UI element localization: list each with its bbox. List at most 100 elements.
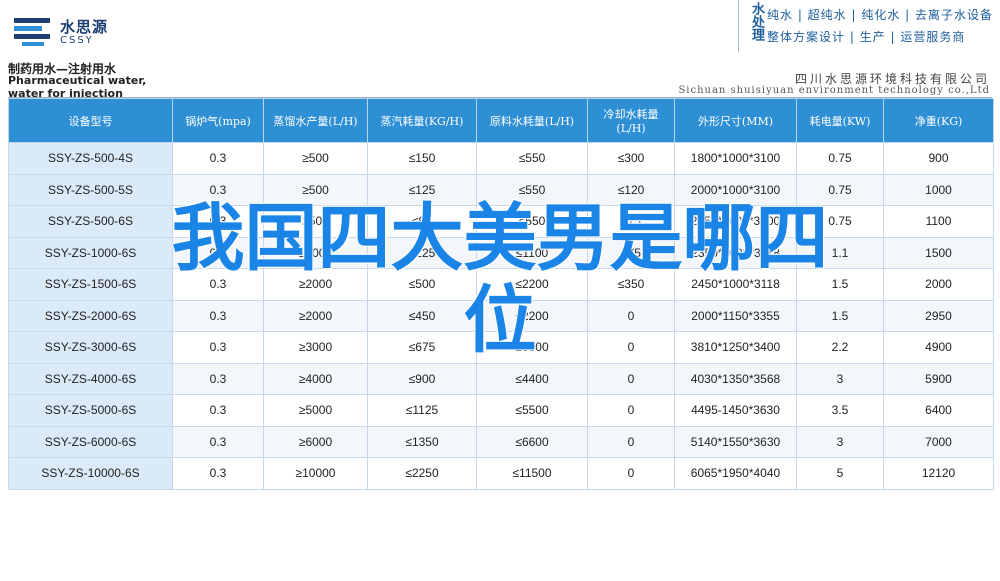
- table-cell: 0.3: [172, 425, 264, 458]
- table-cell: 0.75: [796, 205, 884, 238]
- table-cell: 7000: [883, 425, 994, 458]
- table-row: SSY-ZS-6000-6S 0.3 ≥6000 ≤1350 ≤6600 0 5140*15…: [8, 425, 994, 458]
- table-cell: 2950: [883, 299, 994, 332]
- table-cell: 6400: [883, 394, 994, 427]
- table-cell: ≤3300: [476, 331, 588, 364]
- table-cell: 0.3: [172, 457, 264, 490]
- table-cell: ≤450: [367, 299, 477, 332]
- table-cell: 1100: [883, 205, 994, 238]
- table-cell: ≤225: [367, 236, 477, 269]
- table-cell: 2350*1000*3118: [674, 236, 797, 269]
- table-cell: 3: [796, 425, 884, 458]
- table-cell: ≤2200: [476, 299, 588, 332]
- model-cell: SSY-ZS-6000-6S: [8, 425, 173, 458]
- table-cell: ≥2000: [263, 268, 368, 301]
- table-cell: 1500: [883, 236, 994, 269]
- table-cell: 0.3: [172, 268, 264, 301]
- table-cell: 0: [587, 362, 675, 395]
- table-cell: 2000: [883, 268, 994, 301]
- table-cell: ≥500: [263, 142, 368, 175]
- table-cell: ≥500: [263, 205, 368, 238]
- table-cell: ≥1000: [263, 236, 368, 269]
- table-cell: ≤550: [476, 205, 588, 238]
- table-cell: 6065*1950*4040: [674, 457, 797, 490]
- model-cell: SSY-ZS-5000-6S: [8, 394, 173, 427]
- table-cell: 0: [587, 394, 675, 427]
- table-cell: 2150*1000*3100: [674, 205, 797, 238]
- table-cell: 0.3: [172, 331, 264, 364]
- table-cell: ≤150: [367, 142, 477, 175]
- table-cell: ≥4000: [263, 362, 368, 395]
- table-cell: 0: [587, 457, 675, 490]
- column-header: 耗电量(KW): [796, 98, 884, 143]
- column-header: 锅炉气(mpa): [172, 98, 264, 143]
- table-cell: 0.75: [796, 173, 884, 206]
- company-logo: 水思源 CSSY: [12, 14, 172, 50]
- table-cell: ≥6000: [263, 425, 368, 458]
- brand-line-2: 整体方案设计 | 生产 | 运营服务商: [767, 30, 966, 44]
- model-cell: SSY-ZS-2000-6S: [8, 299, 173, 332]
- table-cell: 2000*1000*3100: [674, 173, 797, 206]
- model-cell: SSY-ZS-500-5S: [8, 173, 173, 206]
- model-cell: SSY-ZS-1000-6S: [8, 236, 173, 269]
- table-cell: ≤5500: [476, 394, 588, 427]
- brand-slogan: 水处理 纯水 | 超纯水 | 纯化水 | 去离子水设备 整体方案设计 | 生产 …: [738, 0, 1000, 52]
- table-cell: 0.3: [172, 142, 264, 175]
- table-row: SSY-ZS-5000-6S 0.3 ≥5000 ≤1125 ≤5500 0 4495-14…: [8, 394, 994, 427]
- table-cell: 1.5: [796, 299, 884, 332]
- table-cell: ≤11500: [476, 457, 588, 490]
- table-cell: ≤1100: [476, 236, 588, 269]
- table-cell: ≤550: [476, 173, 588, 206]
- table-cell: 0.3: [172, 299, 264, 332]
- table-cell: ≤2250: [367, 457, 477, 490]
- table-cell: 5900: [883, 362, 994, 395]
- column-header: 设备型号: [8, 98, 173, 143]
- table-cell: ≥5000: [263, 394, 368, 427]
- brand-vertical-label: 水处理: [749, 2, 764, 41]
- table-cell: 4030*1350*3568: [674, 362, 797, 395]
- table-cell: ≥2000: [263, 299, 368, 332]
- table-row: SSY-ZS-10000-6S 0.3 ≥10000 ≤2250 ≤11500 0 6065…: [8, 457, 994, 490]
- table-cell: ≤550: [476, 142, 588, 175]
- brand-line-1: 纯水 | 超纯水 | 纯化水 | 去离子水设备: [767, 8, 994, 22]
- company-name-en: Sichuan shuisiyuan environment technolog…: [678, 85, 990, 96]
- table-cell: ≤1350: [367, 425, 477, 458]
- table-cell: 2450*1000*3118: [674, 268, 797, 301]
- table-cell: ≤675: [367, 331, 477, 364]
- table-cell: 4495-1450*3630: [674, 394, 797, 427]
- logo-text-cn: 水思源: [60, 18, 109, 36]
- table-cell: 3810*1250*3400: [674, 331, 797, 364]
- table-cell: ≤2200: [476, 268, 588, 301]
- table-cell: 900: [883, 142, 994, 175]
- table-cell: ≤95: [367, 205, 477, 238]
- table-cell: ≤500: [367, 268, 477, 301]
- page-header: 水思源 CSSY 水处理 纯水 | 超纯水 | 纯化水 | 去离子水设备 整体方…: [0, 0, 1000, 56]
- column-header: 蒸馏水产量(L/H): [263, 98, 368, 143]
- table-row: SSY-ZS-1500-6S 0.3 ≥2000 ≤500 ≤2200 ≤350 2450*…: [8, 268, 994, 301]
- model-cell: SSY-ZS-500-4S: [8, 142, 173, 175]
- table-cell: 0.75: [796, 142, 884, 175]
- table-cell: 2000*1150*3355: [674, 299, 797, 332]
- table-cell: ≤900: [367, 362, 477, 395]
- table-row: SSY-ZS-3000-6S 0.3 ≥3000 ≤675 ≤3300 0 3810*125…: [8, 331, 994, 364]
- table-cell: 2.2: [796, 331, 884, 364]
- table-cell: 3.5: [796, 394, 884, 427]
- table-cell: ≥10000: [263, 457, 368, 490]
- table-cell: 0.3: [172, 394, 264, 427]
- column-header: 蒸汽耗量(KG/H): [367, 98, 477, 143]
- column-header: 原料水耗量(L/H): [476, 98, 588, 143]
- table-header-row: 设备型号 锅炉气(mpa) 蒸馏水产量(L/H) 蒸汽耗量(KG/H) 原料水耗…: [8, 98, 994, 143]
- table-row: SSY-ZS-4000-6S 0.3 ≥4000 ≤900 ≤4400 0 4030*135…: [8, 362, 994, 395]
- logo-mark-icon: [14, 18, 50, 46]
- table-cell: 0.3: [172, 205, 264, 238]
- table-cell: ≤1125: [367, 394, 477, 427]
- table-cell: 0: [587, 299, 675, 332]
- spec-table: 设备型号 锅炉气(mpa) 蒸馏水产量(L/H) 蒸汽耗量(KG/H) 原料水耗…: [8, 98, 994, 490]
- model-cell: SSY-ZS-500-6S: [8, 205, 173, 238]
- table-row: SSY-ZS-500-4S 0.3 ≥500 ≤150 ≤550 ≤300 1800*100…: [8, 142, 994, 175]
- table-cell: 4900: [883, 331, 994, 364]
- table-cell: 0.3: [172, 362, 264, 395]
- table-row: SSY-ZS-2000-6S 0.3 ≥2000 ≤450 ≤2200 0 2000*115…: [8, 299, 994, 332]
- table-cell: ≤75: [587, 236, 675, 269]
- table-cell: ≥3000: [263, 331, 368, 364]
